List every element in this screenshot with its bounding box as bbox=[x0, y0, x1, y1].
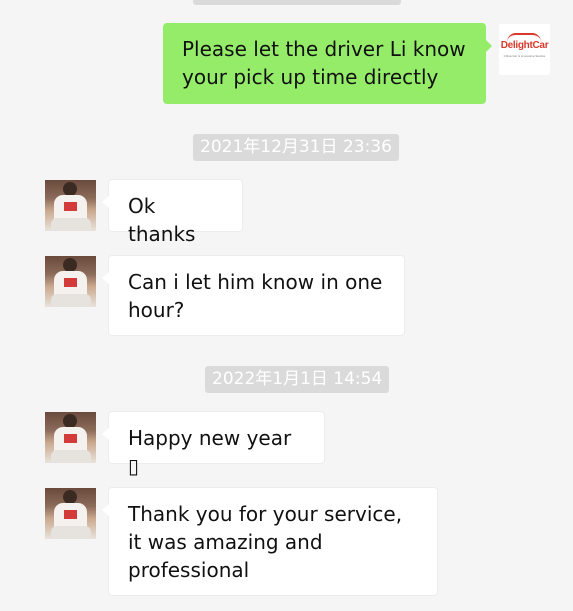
previous-timestamp-fragment bbox=[193, 0, 401, 5]
message-text: Can i let him know in one hour? bbox=[128, 270, 383, 322]
contact-avatar[interactable] bbox=[45, 412, 96, 463]
chat-window: Please let the driver Li know your pick … bbox=[0, 0, 573, 611]
contact-avatar[interactable] bbox=[45, 180, 96, 231]
contact-avatar[interactable] bbox=[45, 256, 96, 307]
incoming-message-bubble[interactable]: Can i let him know in one hour? bbox=[102, 255, 405, 336]
logo-brand-text: DelightCar bbox=[500, 40, 549, 51]
message-text: Happy new year ▯ bbox=[128, 426, 292, 478]
incoming-message-bubble[interactable]: Happy new year ▯ bbox=[102, 411, 325, 478]
logo-tagline: China Car & Limousine Service bbox=[503, 54, 546, 58]
message-text: Ok thanks bbox=[128, 194, 196, 246]
contact-avatar[interactable] bbox=[45, 488, 96, 539]
delightcar-logo-avatar[interactable]: DelightCar China Car & Limousine Service bbox=[499, 24, 550, 75]
timestamp-label: 2021年12月31日 23:36 bbox=[193, 134, 399, 161]
incoming-message-bubble[interactable]: Ok thanks bbox=[102, 179, 243, 246]
message-text: Thank you for your service, it was amazi… bbox=[128, 502, 403, 582]
outgoing-message-bubble[interactable]: Please let the driver Li know your pick … bbox=[163, 23, 492, 104]
message-text: Please let the driver Li know your pick … bbox=[182, 37, 466, 89]
timestamp-label: 2022年1月1日 14:54 bbox=[205, 366, 390, 393]
incoming-message-bubble[interactable]: Thank you for your service, it was amazi… bbox=[102, 487, 438, 596]
